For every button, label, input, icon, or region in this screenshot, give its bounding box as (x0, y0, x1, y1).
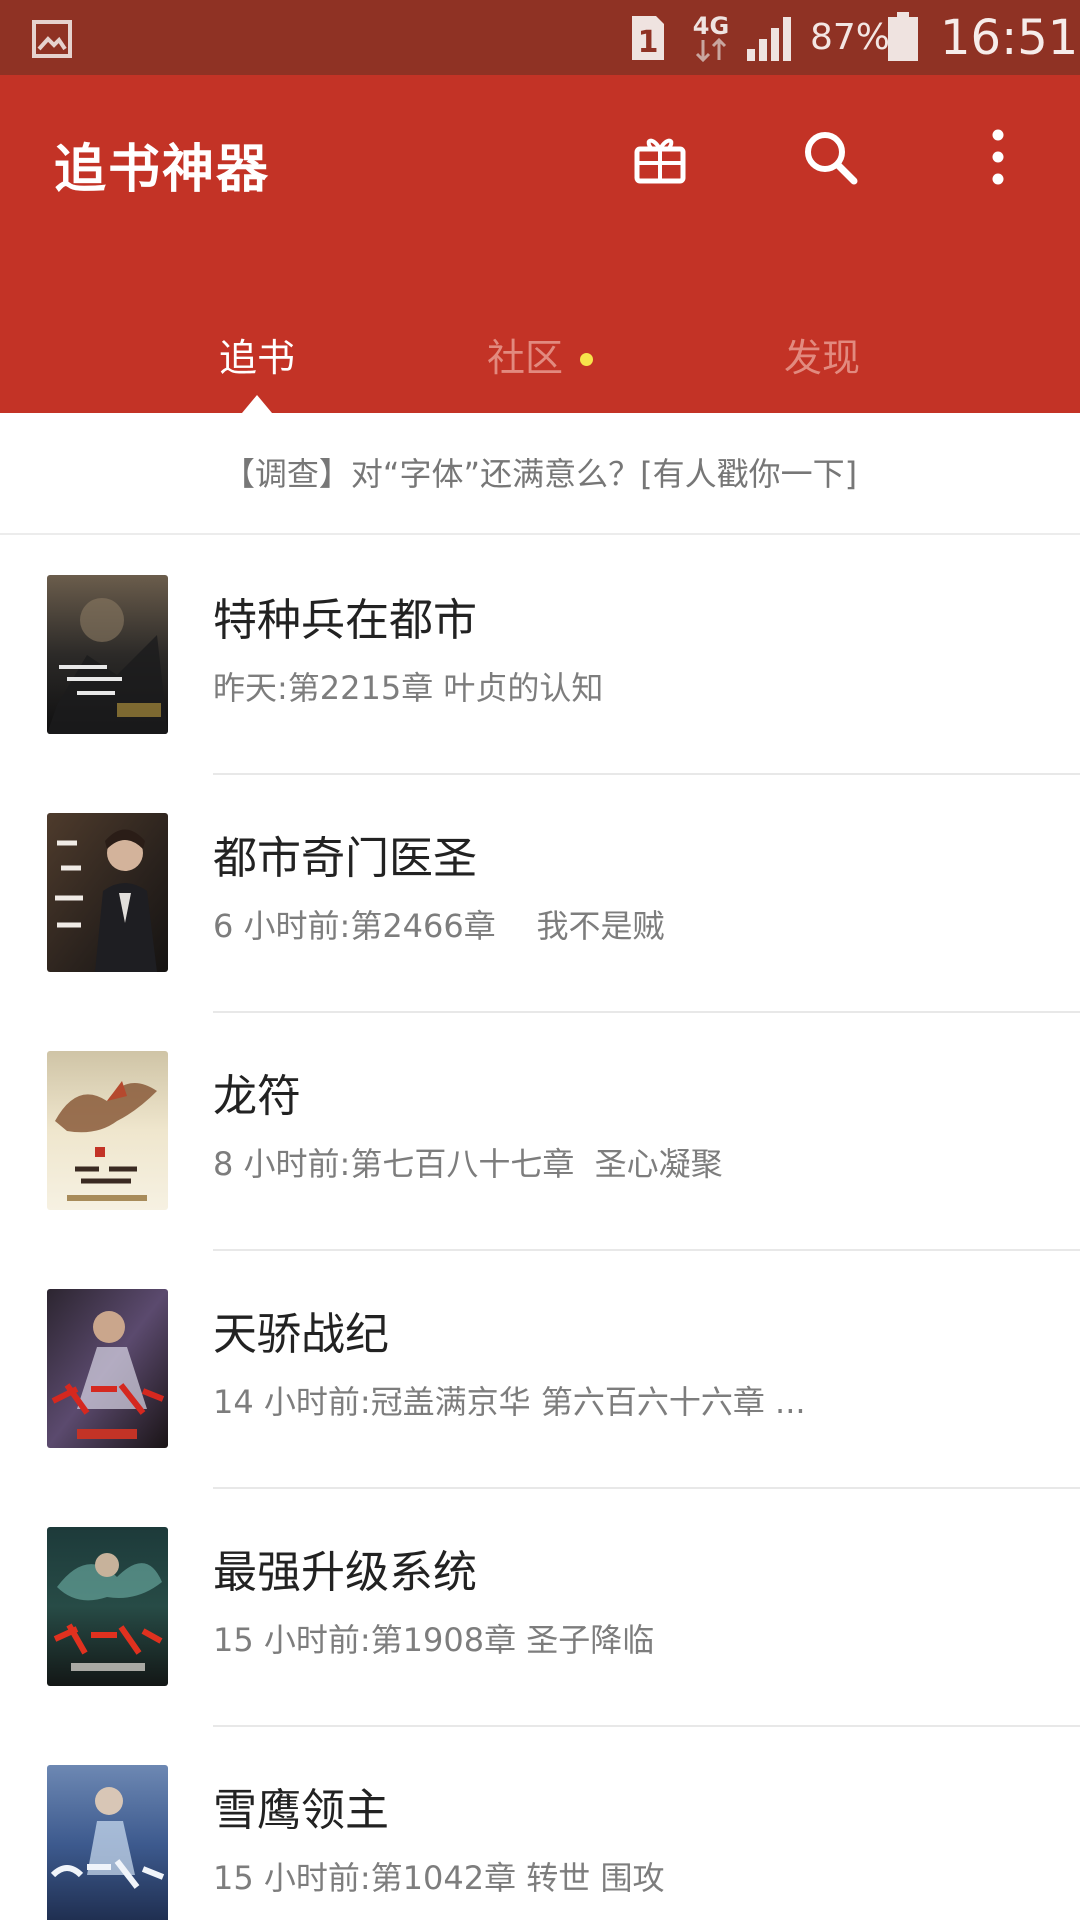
gallery-icon (32, 20, 72, 58)
list-item[interactable]: 都市奇门医圣 6 小时前:第2466章 我不是贼 (0, 775, 1080, 1013)
survey-banner[interactable]: 【调查】对“字体”还满意么？[有人戳你一下] (0, 413, 1080, 535)
clock: 16:51 (940, 10, 1079, 66)
book-title: 龙符 (213, 1071, 301, 1122)
book-latest-chapter: 6 小时前:第2466章 我不是贼 (213, 907, 665, 945)
book-cover-image (47, 813, 168, 972)
survey-text: 【调查】对“字体”还满意么？[有人戳你一下] (222, 455, 858, 493)
app-title: 追书神器 (54, 140, 271, 200)
book-latest-chapter: 8 小时前:第七百八十七章 圣心凝聚 (213, 1145, 723, 1183)
active-tab-indicator (242, 395, 272, 413)
book-title: 雪鹰领主 (213, 1785, 389, 1836)
book-title: 特种兵在都市 (213, 595, 477, 646)
status-bar: 1 4G 87% 16:51 (0, 0, 1080, 75)
tab-community-badge-dot (580, 353, 593, 366)
list-item[interactable]: 龙符 8 小时前:第七百八十七章 圣心凝聚 (0, 1013, 1080, 1251)
book-cover-image (47, 575, 168, 734)
sim-1-icon: 1 (632, 16, 664, 60)
app-bar: 追书神器 追书 社区 发现 (0, 75, 1080, 413)
tab-bar: 追书 社区 发现 (0, 303, 1080, 413)
list-item[interactable]: 天骄战纪 14 小时前:冠盖满京华 第六百六十六章 ... (0, 1251, 1080, 1489)
svg-text:4G: 4G (693, 12, 729, 40)
tab-community[interactable]: 社区 (375, 303, 675, 413)
book-latest-chapter: 15 小时前:第1908章 圣子降临 (213, 1621, 655, 1659)
book-latest-chapter: 14 小时前:冠盖满京华 第六百六十六章 ... (213, 1383, 806, 1421)
list-item[interactable]: 最强升级系统 15 小时前:第1908章 圣子降临 (0, 1489, 1080, 1727)
network-4g-icon: 4G (693, 12, 729, 63)
more-vert-icon[interactable] (968, 127, 1028, 187)
book-cover-image (47, 1289, 168, 1448)
list-item[interactable]: 特种兵在都市 昨天:第2215章 叶贞的认知 (0, 537, 1080, 775)
book-cover-image (47, 1527, 168, 1686)
search-icon[interactable] (800, 127, 860, 187)
battery-icon (888, 12, 918, 61)
book-latest-chapter: 15 小时前:第1042章 转世 围攻 (213, 1859, 665, 1897)
book-cover-image (47, 1051, 168, 1210)
book-cover-image (47, 1765, 168, 1920)
signal-icon (747, 17, 791, 61)
tab-discover[interactable]: 发现 (672, 303, 972, 413)
book-title: 最强升级系统 (213, 1547, 477, 1598)
book-title: 天骄战纪 (213, 1309, 389, 1360)
book-title: 都市奇门医圣 (213, 833, 477, 884)
battery-percent: 87% (810, 17, 891, 58)
svg-text:1: 1 (638, 25, 659, 60)
gift-icon[interactable] (630, 127, 690, 187)
list-item[interactable]: 雪鹰领主 15 小时前:第1042章 转世 围攻 (0, 1727, 1080, 1920)
book-latest-chapter: 昨天:第2215章 叶贞的认知 (213, 669, 604, 707)
